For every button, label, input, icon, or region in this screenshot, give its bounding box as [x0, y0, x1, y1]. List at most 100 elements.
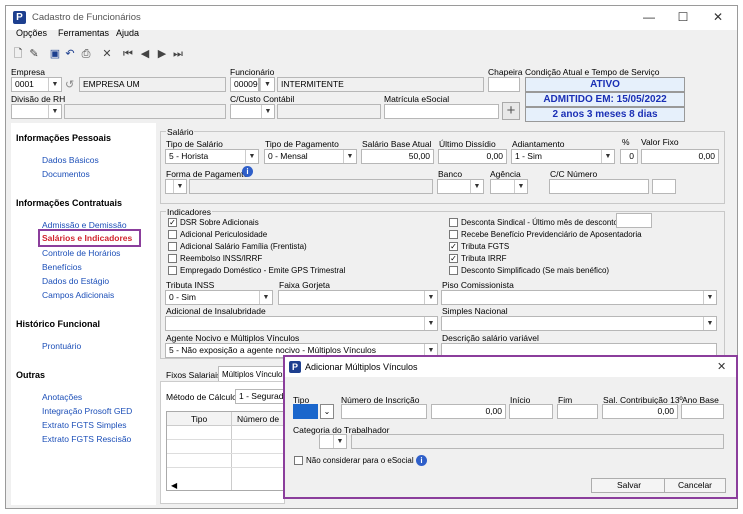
sidebar-item-integracao[interactable]: Integração Prosoft GED	[42, 406, 132, 416]
undo-icon[interactable]: ↶	[63, 47, 77, 61]
next-record-icon[interactable]: ▶	[155, 47, 169, 61]
custo-code-field[interactable]: ▼	[230, 104, 275, 119]
col-numero: Número de	[237, 414, 280, 424]
dialog-esocial-checkbox[interactable]	[294, 456, 303, 465]
sidebar-item-prontuario[interactable]: Prontuário	[42, 341, 81, 351]
agencia-select[interactable]: ▼	[490, 179, 528, 194]
save-icon[interactable]: ▣	[48, 47, 62, 61]
checkbox-reembolso-label: Reembolso INSS/IRRF	[180, 254, 263, 263]
print-icon[interactable]: ⎙	[79, 47, 93, 61]
minimize-icon[interactable]: —	[634, 10, 664, 24]
matricula-field[interactable]	[384, 104, 499, 119]
checkbox-salario-familia[interactable]	[168, 242, 177, 251]
funcionario-label: Funcionário	[230, 67, 275, 77]
scroll-left-icon[interactable]: ◀	[171, 481, 177, 490]
menu-opcoes[interactable]: Opções	[16, 28, 47, 38]
sidebar-item-horarios[interactable]: Controle de Horários	[42, 248, 120, 258]
banco-select[interactable]: ▼	[437, 179, 484, 194]
sidebar-item-dados-basicos[interactable]: Dados Básicos	[42, 155, 99, 165]
percent-field[interactable]: 0	[620, 149, 638, 164]
sidebar-item-adicionais[interactable]: Campos Adicionais	[42, 290, 114, 300]
dialog-close-icon[interactable]: ✕	[717, 360, 726, 373]
menu-ferramentas[interactable]: Ferramentas	[58, 28, 109, 38]
insalubridade-select[interactable]: ▼	[165, 316, 438, 331]
faixa-gorjeta-select[interactable]: ▼	[278, 290, 438, 305]
save-button[interactable]: Salvar	[591, 478, 667, 493]
cc-digit-field[interactable]	[652, 179, 676, 194]
descricao-variavel-label: Descrição salário variável	[442, 333, 539, 343]
checkbox-tributa-irrf[interactable]: ✓	[449, 254, 458, 263]
close-icon[interactable]: ✕	[703, 10, 733, 24]
piso-comissionista-select[interactable]: ▼	[441, 290, 717, 305]
matricula-label: Matrícula eSocial	[384, 94, 450, 104]
checkbox-periculosidade[interactable]	[168, 230, 177, 239]
sidebar-item-extrato-rescisao[interactable]: Extrato FGTS Rescisão	[42, 434, 131, 444]
info-icon[interactable]: i	[242, 166, 253, 177]
empresa-code-field[interactable]: 0001 ▼	[11, 77, 62, 92]
chapeira-field[interactable]	[488, 77, 520, 92]
dialog-contrib-field[interactable]: 0,00	[602, 404, 678, 419]
checkbox-simplificado[interactable]	[449, 266, 458, 275]
add-plus-icon[interactable]: +	[502, 102, 520, 120]
dissidio-field[interactable]: 0,00	[438, 149, 507, 164]
metodo-calculo-select[interactable]: 1 - Segurado	[235, 389, 285, 404]
percent-label: %	[622, 137, 630, 147]
funcionario-name-field: INTERMITENTE	[277, 77, 484, 92]
sidebar-item-anotacoes[interactable]: Anotações	[42, 392, 82, 402]
empresa-label: Empresa	[11, 67, 46, 77]
cancel-button[interactable]: Cancelar	[664, 478, 726, 493]
dialog-fim-field[interactable]	[557, 404, 598, 419]
tributa-inss-select[interactable]: 0 - Sim ▼	[165, 290, 273, 305]
tipo-pagamento-select[interactable]: 0 - Mensal ▼	[264, 149, 357, 164]
dialog-categoria-select[interactable]: ▼	[319, 434, 347, 449]
new-icon[interactable]: 🗋	[11, 47, 25, 61]
checkbox-aposentadoria[interactable]	[449, 230, 458, 239]
forma-pagamento-select[interactable]: ▼	[165, 179, 187, 194]
app-logo-icon: P	[13, 11, 26, 24]
sidebar-title-pessoais: Informações Pessoais	[16, 133, 112, 143]
sidebar-item-estagio[interactable]: Dados do Estágio	[42, 276, 109, 286]
empresa-lookup-icon[interactable]: ↺	[65, 78, 74, 91]
salario-base-field[interactable]: 50,00	[361, 149, 434, 164]
checkbox-reembolso[interactable]	[168, 254, 177, 263]
checkbox-tributa-fgts[interactable]: ✓	[449, 242, 458, 251]
dialog-inicio-field[interactable]	[509, 404, 553, 419]
sidebar-item-beneficios[interactable]: Benefícios	[42, 262, 82, 272]
edit-icon[interactable]: ✎	[27, 47, 41, 61]
sidebar-title-outras: Outras	[16, 370, 46, 380]
divisao-code-field[interactable]: ▼	[11, 104, 62, 119]
sidebar-item-extrato-simples[interactable]: Extrato FGTS Simples	[42, 420, 127, 430]
checkbox-aposentadoria-label: Recebe Benefício Previdenciário de Apose…	[461, 230, 642, 239]
ultimo-mes-field[interactable]	[616, 213, 652, 228]
dialog-categoria-desc	[351, 434, 724, 449]
delete-icon[interactable]: ✕	[100, 47, 114, 61]
adiantamento-select[interactable]: 1 - Sim ▼	[511, 149, 615, 164]
dialog-inscricao-field[interactable]	[341, 404, 427, 419]
tab-multiplos-vinculos[interactable]: Múltiplos Vínculos	[218, 366, 286, 382]
sidebar-title-historico: Histórico Funcional	[16, 319, 101, 329]
sidebar-item-salarios[interactable]: Salários e Indicadores	[42, 233, 132, 243]
valor-fixo-field[interactable]: 0,00	[641, 149, 719, 164]
title-bar: P Cadastro de Funcionários — ☐ ✕	[6, 6, 737, 30]
cc-field[interactable]	[549, 179, 649, 194]
sidebar-item-documentos[interactable]: Documentos	[42, 169, 90, 179]
previous-record-icon[interactable]: ◀	[138, 47, 152, 61]
dialog-ano-field[interactable]	[681, 404, 724, 419]
dialog-base-field[interactable]: 0,00	[431, 404, 506, 419]
dialog-tipo-chevron-icon[interactable]: ⌄	[320, 404, 334, 419]
dialog-tipo-select[interactable]	[293, 404, 318, 419]
funcionario-dropdown[interactable]: ▼	[259, 77, 275, 92]
menu-ajuda[interactable]: Ajuda	[116, 28, 139, 38]
dialog-info-icon[interactable]: i	[416, 455, 427, 466]
checkbox-domestico[interactable]	[168, 266, 177, 275]
last-record-icon[interactable]: ⏭	[171, 47, 185, 61]
checkbox-sindical[interactable]	[449, 218, 458, 227]
checkbox-dsr[interactable]: ✓	[168, 218, 177, 227]
forma-pagamento-desc	[189, 179, 433, 194]
first-record-icon[interactable]: ⏮	[121, 47, 135, 61]
tab-fixos-salariais[interactable]: Fixos Salariais	[166, 370, 221, 380]
tipo-salario-select[interactable]: 5 - Horista ▼	[165, 149, 259, 164]
funcionario-code-field[interactable]: 00009	[230, 77, 259, 92]
simples-nacional-select[interactable]: ▼	[441, 316, 717, 331]
maximize-icon[interactable]: ☐	[668, 10, 698, 24]
